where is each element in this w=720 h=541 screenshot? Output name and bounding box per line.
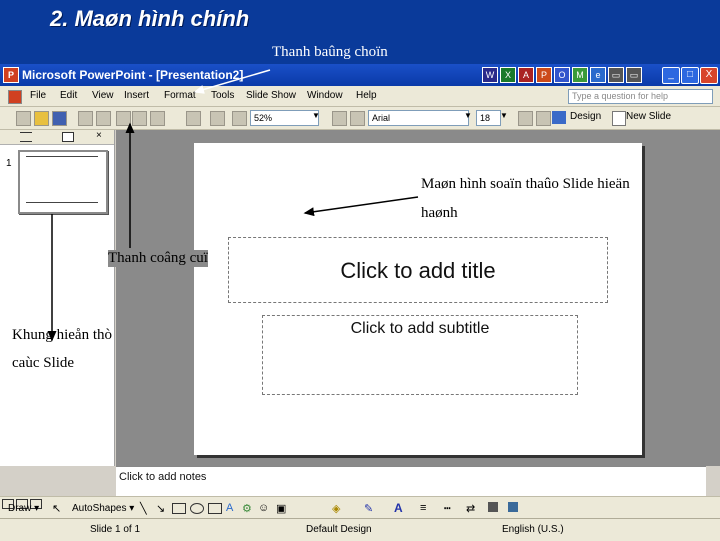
annotation-arrows	[47, 69, 419, 342]
arrow-to-menubar	[193, 69, 271, 94]
arrow-to-editor	[303, 196, 419, 217]
